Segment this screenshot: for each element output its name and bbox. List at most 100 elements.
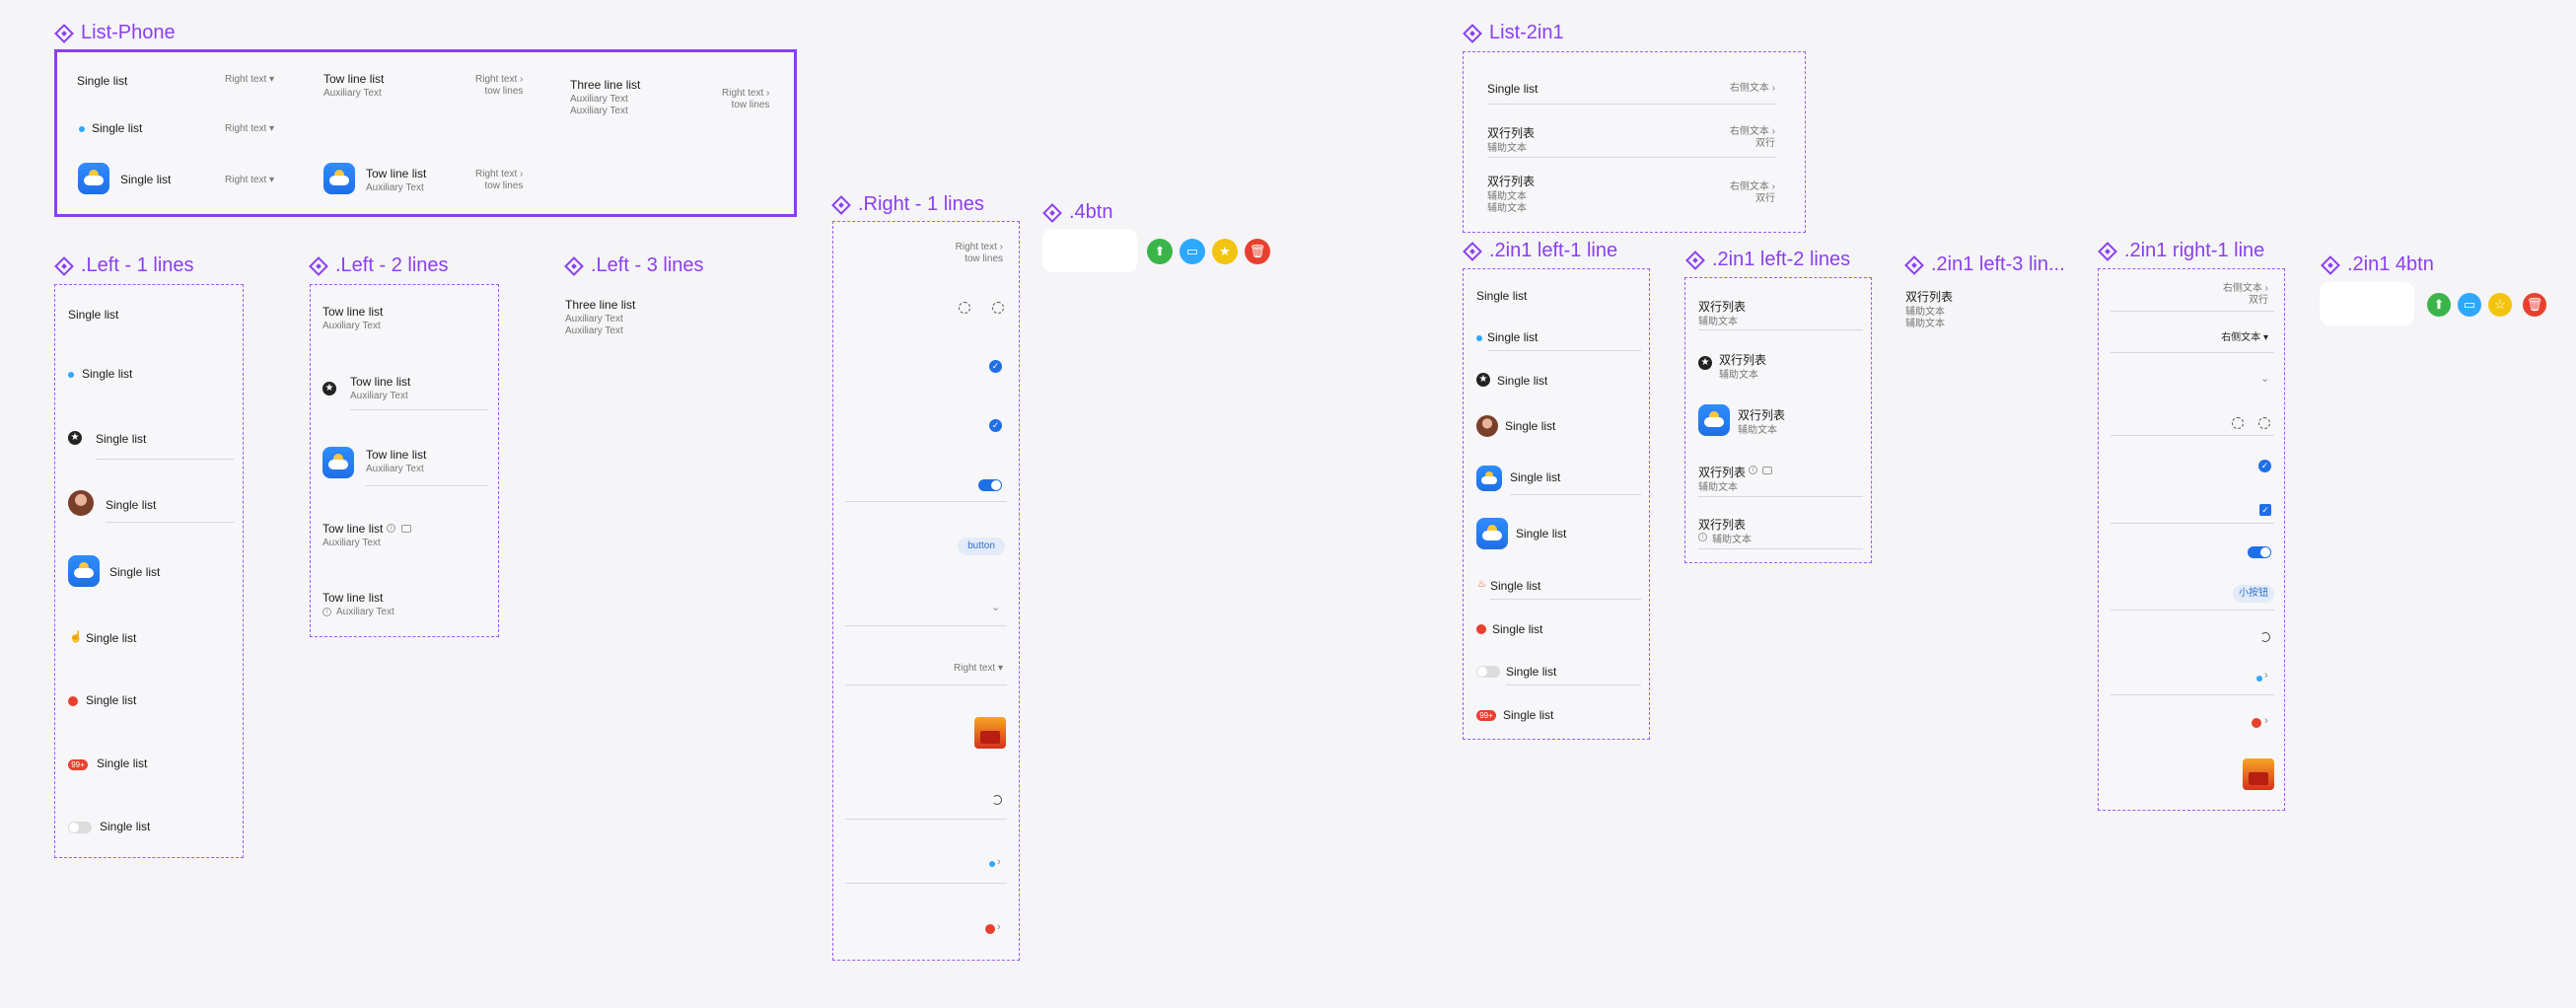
pointer-icon: ☝ [69, 631, 83, 643]
radio-unchecked-icon[interactable] [2258, 417, 2270, 429]
list-title[interactable]: Single list [1516, 527, 1566, 540]
list-title[interactable]: Single list [1476, 289, 1527, 303]
component-icon [1463, 23, 1482, 43]
check-circle-icon[interactable]: ✓ [2258, 460, 2271, 472]
count-badge: 99+ [68, 759, 88, 770]
delete-button[interactable]: 🗑 [1245, 239, 1270, 264]
list-title[interactable]: Single list [68, 308, 118, 322]
2in1-right-1-line-frame: 右侧文本 › 双行 右侧文本 ▾ ⌄ ✓ ✓ 小按钮 › › [2098, 268, 2285, 811]
radio-unchecked-icon[interactable] [2232, 417, 2244, 429]
list-title[interactable]: Single list [96, 432, 146, 446]
radio-unchecked-icon[interactable] [992, 302, 1004, 314]
checkbox-checked[interactable]: ✓ [2259, 504, 2271, 516]
favorite-button[interactable]: ★ [1212, 239, 1238, 264]
divider [2111, 694, 2274, 695]
list-title[interactable]: Single list [1487, 82, 1538, 96]
list-title[interactable]: Single list [97, 756, 147, 770]
list-title[interactable]: Tow line list [350, 375, 410, 389]
dropdown-icon: ▾ [269, 74, 275, 85]
chevron-down-icon[interactable]: ⌄ [991, 601, 1000, 613]
chevron-right-icon[interactable]: › [997, 921, 1001, 933]
right-text-label: 双行 [2249, 295, 2268, 306]
toggle-switch-on[interactable] [978, 479, 1002, 491]
chevron-right-icon[interactable]: › [997, 856, 1001, 868]
check-circle-icon[interactable]: ✓ [989, 419, 1002, 432]
small-button[interactable]: 小按钮 [2233, 585, 2274, 603]
list-title[interactable]: Tow line list [366, 167, 426, 180]
notification-dot-badge [1476, 624, 1486, 634]
list-phone-frame: Single list Right text ▾ Single list Rig… [54, 49, 797, 217]
right-text-label: Right text [722, 88, 764, 99]
frame-title-2in1-4btn: .2in1 4btn [2321, 253, 2434, 276]
auxiliary-text: Auxiliary Text [336, 607, 394, 617]
avatar [1476, 415, 1498, 437]
list-title[interactable]: Single list [1506, 665, 1556, 679]
component-icon [831, 194, 851, 215]
delete-button[interactable]: 🗑 [2523, 293, 2546, 317]
divider [1510, 494, 1641, 495]
info-icon: i [1749, 466, 1757, 474]
list-title[interactable]: Single list [82, 367, 132, 381]
info-icon: i [1698, 533, 1707, 541]
gift-app-icon [974, 717, 1006, 749]
favorite-button[interactable]: ☆ [2488, 293, 2512, 317]
right-text: Right text ▾ [225, 74, 274, 86]
right-text-label: 右侧文本 [1729, 126, 1769, 137]
check-circle-icon[interactable]: ✓ [989, 360, 1002, 373]
divider [96, 459, 234, 460]
list-title[interactable]: Single list [1510, 470, 1560, 484]
list-title[interactable]: Single list [86, 631, 136, 645]
radio-unchecked-icon[interactable] [959, 302, 970, 314]
upload-button[interactable]: ⬆ [2427, 293, 2451, 317]
dropdown-select[interactable]: 右侧文本 ▾ [2221, 332, 2268, 344]
weather-app-icon [78, 163, 109, 194]
list-title[interactable]: Three line list [565, 298, 635, 312]
divider [106, 522, 234, 523]
divider [2111, 352, 2274, 353]
frame-title-left-1: .Left - 1 lines [54, 254, 194, 277]
list-title[interactable]: Single list [1505, 419, 1555, 433]
list-title[interactable]: Single list [77, 74, 127, 88]
toggle-switch[interactable] [68, 822, 92, 833]
list-title[interactable]: Tow line list [322, 305, 383, 319]
refresh-icon[interactable] [2260, 632, 2270, 642]
folder-button[interactable]: ▭ [2458, 293, 2481, 317]
list-title[interactable]: Tow line list [322, 591, 383, 605]
frame-label: .Left - 2 lines [335, 254, 449, 276]
toggle-switch[interactable] [1476, 666, 1500, 678]
list-title[interactable]: Tow line list [366, 448, 426, 462]
list-title[interactable]: Single list [92, 121, 142, 135]
list-title[interactable]: Tow line list [323, 72, 384, 86]
list-title[interactable]: Single list [1490, 579, 1540, 593]
folder-button[interactable]: ▭ [1180, 239, 1205, 264]
list-title[interactable]: Single list [106, 498, 156, 512]
list-title[interactable]: Single list [1487, 330, 1538, 344]
small-button[interactable]: button [958, 538, 1005, 555]
list-title[interactable]: Single list [1492, 622, 1542, 636]
divider [845, 625, 1007, 626]
list-title[interactable]: Three line list [570, 78, 640, 92]
auxiliary-text: Auxiliary Text [565, 314, 623, 324]
divider [2111, 311, 2274, 312]
chevron-right-icon[interactable]: › [2264, 715, 2268, 727]
list-title[interactable]: Single list [100, 820, 150, 833]
tag-icon [1762, 467, 1772, 474]
frame-label: .4btn [1069, 201, 1113, 223]
chevron-down-icon[interactable]: ⌄ [2260, 372, 2269, 385]
frame-label: .Left - 3 lines [591, 254, 704, 276]
star-icon: ★ [322, 382, 336, 396]
upload-button[interactable]: ⬆ [1147, 239, 1173, 264]
list-title[interactable]: Single list [1497, 374, 1547, 388]
toggle-switch-on[interactable] [2248, 546, 2271, 558]
divider [845, 883, 1007, 884]
weather-app-icon [1476, 518, 1508, 549]
chevron-right-icon[interactable]: › [2264, 670, 2268, 682]
frame-title-left-2: .Left - 2 lines [309, 254, 449, 277]
list-title[interactable]: Tow line list [322, 522, 383, 536]
list-title[interactable]: Single list [120, 173, 171, 186]
list-title[interactable]: Single list [109, 565, 160, 579]
list-title[interactable]: Single list [1503, 708, 1553, 722]
refresh-icon[interactable] [992, 795, 1002, 805]
list-title[interactable]: Single list [86, 693, 136, 707]
dropdown-icon: ▾ [2262, 332, 2268, 343]
